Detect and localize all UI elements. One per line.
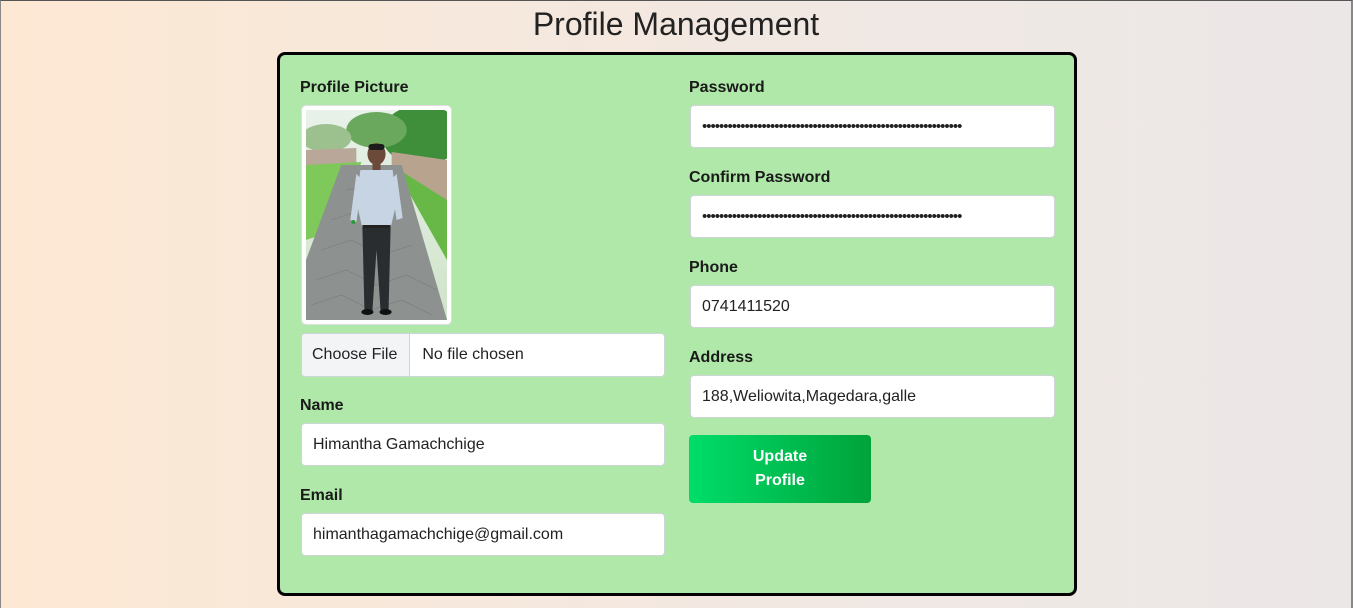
password-input[interactable]: ••••••••••••••••••••••••••••••••••••••••… [690,105,1055,148]
email-input[interactable]: himanthagamachchige@gmail.com [301,513,665,556]
page-title: Profile Management [532,6,820,42]
confirm-password-label: Confirm Password [689,169,831,186]
email-label: Email [300,487,343,504]
phone-label: Phone [689,259,738,276]
name-input[interactable]: Himantha Gamachchige [301,423,665,466]
name-label: Name [300,397,344,414]
address-label: Address [689,349,754,366]
profile-picture [306,110,447,320]
address-input[interactable]: 188,Weliowita,Magedara,galle [690,375,1055,418]
profile-form-card: Profile Picture Choose File No file chos… [277,52,1077,596]
password-label: Password [689,79,765,96]
update-profile-button[interactable]: Update Profile [689,435,871,503]
profile-picture-file-input[interactable]: Choose File No file chosen [301,333,665,377]
profile-picture-label: Profile Picture [300,79,409,96]
phone-input[interactable]: 0741411520 [690,285,1055,328]
choose-file-button[interactable]: Choose File [302,334,411,376]
file-status-text: No file chosen [422,346,524,363]
confirm-password-input[interactable]: ••••••••••••••••••••••••••••••••••••••••… [690,195,1055,238]
profile-picture-frame [301,105,452,325]
update-profile-label: Update Profile [752,448,808,489]
